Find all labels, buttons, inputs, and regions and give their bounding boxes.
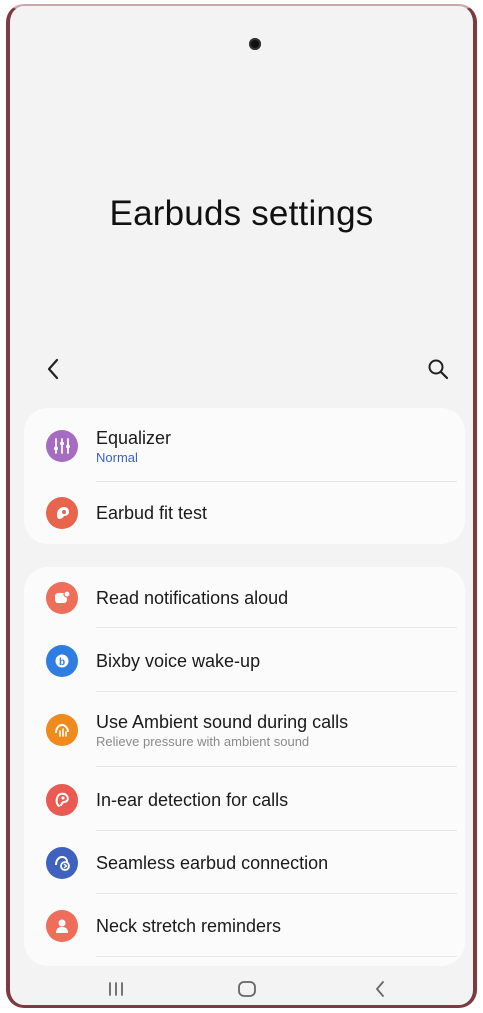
divider	[96, 956, 457, 957]
divider	[96, 627, 457, 628]
recents-icon	[109, 982, 123, 996]
search-icon	[428, 359, 449, 380]
bixby-wake-up-item[interactable]: b Bixby voice wake-up	[24, 631, 465, 691]
in-ear-detection-item[interactable]: In-ear detection for calls	[24, 771, 465, 829]
divider	[96, 766, 457, 767]
equalizer-label: Equalizer	[96, 427, 172, 448]
bixby-wake-up-label: Bixby voice wake-up	[96, 651, 261, 671]
recents-button[interactable]	[96, 974, 136, 1004]
read-notifications-item[interactable]: Read notifications aloud	[24, 572, 465, 624]
neck-stretch-icon	[46, 910, 78, 942]
bixby-icon: b	[46, 645, 78, 677]
divider	[96, 893, 457, 894]
seamless-connection-item[interactable]: Seamless earbud connection	[24, 834, 465, 892]
seamless-connection-icon	[46, 847, 78, 879]
system-navigation-bar	[10, 972, 473, 1005]
back-button[interactable]	[38, 354, 68, 384]
neck-stretch-reminders-label: Neck stretch reminders	[96, 916, 282, 936]
page-title: Earbuds settings	[109, 194, 374, 233]
divider	[96, 691, 457, 692]
front-camera	[249, 38, 261, 50]
equalizer-value: Normal	[96, 449, 138, 465]
seamless-connection-label: Seamless earbud connection	[96, 853, 329, 873]
in-ear-detection-label: In-ear detection for calls	[96, 790, 289, 810]
chevron-left-icon	[47, 358, 59, 380]
equalizer-item[interactable]: Equalizer Normal	[24, 418, 465, 474]
divider	[96, 830, 457, 831]
phone-screen: Earbuds settings Equalizer Normal Earbud…	[6, 4, 477, 1008]
nav-back-button[interactable]	[360, 974, 400, 1004]
in-ear-detection-icon	[46, 784, 78, 816]
ambient-sound-calls-label: Use Ambient sound during calls	[96, 711, 349, 732]
settings-group-sound: Equalizer Normal Earbud fit test	[24, 408, 465, 544]
ambient-sound-calls-item[interactable]: Use Ambient sound during calls Relieve p…	[24, 695, 465, 765]
earbud-fit-test-item[interactable]: Earbud fit test	[24, 488, 465, 538]
neck-stretch-reminders-item[interactable]: Neck stretch reminders	[24, 897, 465, 955]
settings-group-advanced: Read notifications aloud b Bixby voice w…	[24, 567, 465, 966]
ambient-sound-calls-summary: Relieve pressure with ambient sound	[96, 733, 310, 749]
home-icon	[238, 981, 256, 997]
home-button[interactable]	[227, 974, 267, 1004]
divider	[96, 481, 457, 482]
search-button[interactable]	[423, 354, 453, 384]
equalizer-icon	[46, 430, 78, 462]
ambient-sound-icon	[46, 714, 78, 746]
earbud-fit-icon	[46, 497, 78, 529]
earbud-fit-test-label: Earbud fit test	[96, 503, 208, 523]
back-icon	[376, 981, 384, 997]
toolbar	[10, 348, 473, 392]
svg-text:b: b	[59, 657, 65, 668]
notification-voice-icon	[46, 582, 78, 614]
read-notifications-label: Read notifications aloud	[96, 588, 289, 608]
